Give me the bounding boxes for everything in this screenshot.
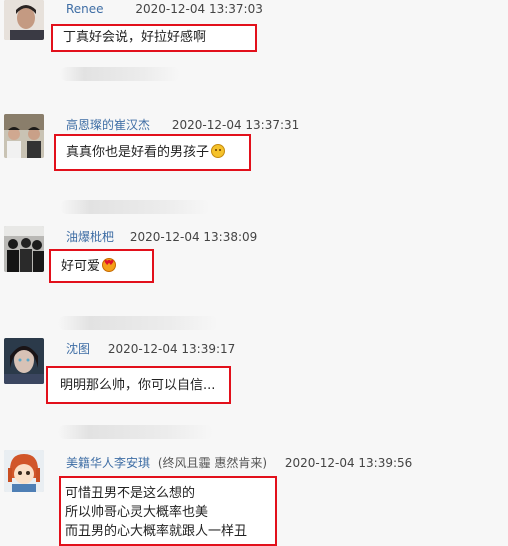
comment-text-content: 丁真好会说，好拉好感啊 (63, 30, 207, 45)
blurred-username (58, 316, 218, 330)
comment-text-line-2: 所以帅哥心灵大概率也美 (65, 505, 209, 520)
user-badge: (终风且霾 惠然肯来) (157, 456, 268, 470)
timestamp: 2020-12-04 13:37:03 (135, 2, 263, 16)
username[interactable]: 高恩璨的崔汉杰 (66, 118, 150, 132)
avatar[interactable] (4, 338, 44, 384)
comment-3: 油爆枇杷 2020-12-04 13:38:09 好可爱 (0, 222, 508, 292)
comment-1: Renee 2020-12-04 13:37:03 丁真好会说，好拉好感啊 (0, 0, 508, 60)
avatar[interactable] (4, 114, 44, 158)
timestamp: 2020-12-04 13:37:31 (171, 118, 300, 132)
avatar[interactable] (4, 226, 44, 272)
timestamp: 2020-12-04 13:39:56 (284, 456, 413, 470)
timestamp: 2020-12-04 13:39:17 (107, 342, 236, 356)
smile-emoji-icon (211, 144, 226, 158)
comment-text-content: 真真你也是好看的男孩子 (66, 145, 210, 160)
heart-eyes-emoji-icon (102, 258, 117, 272)
comment-meta: 油爆枇杷 2020-12-04 13:38:09 (66, 228, 257, 245)
comment-text: 好可爱 (49, 249, 154, 283)
timestamp: 2020-12-04 13:38:09 (129, 230, 258, 244)
avatar[interactable] (4, 450, 44, 492)
avatar[interactable] (4, 0, 44, 40)
comment-text: 可惜丑男不是这么想的 所以帅哥心灵大概率也美 而丑男的心大概率就跟人一样丑 (59, 476, 277, 546)
username[interactable]: 沈图 (66, 342, 90, 356)
comment-meta: 沈图 2020-12-04 13:39:17 (66, 340, 235, 357)
username[interactable]: Renee (66, 2, 104, 16)
username[interactable]: 油爆枇杷 (66, 230, 114, 244)
comment-text-line-3: 而丑男的心大概率就跟人一样丑 (65, 524, 248, 539)
username[interactable]: 美籍华人李安琪 (66, 456, 150, 470)
blurred-username (60, 67, 180, 81)
comment-text: 真真你也是好看的男孩子 (54, 134, 251, 171)
comment-text: 丁真好会说，好拉好感啊 (51, 24, 257, 52)
comment-2: 高恩璨的崔汉杰 2020-12-04 13:37:31 真真你也是好看的男孩子 (0, 108, 508, 178)
blurred-username (58, 425, 213, 439)
comment-text: 明明那么帅，你可以自信... (46, 366, 231, 404)
comment-meta: 美籍华人李安琪 (终风且霾 惠然肯来) 2020-12-04 13:39:56 (66, 454, 412, 471)
comment-4: 沈图 2020-12-04 13:39:17 明明那么帅，你可以自信... (0, 334, 508, 409)
blurred-username (60, 200, 210, 214)
comment-meta: 高恩璨的崔汉杰 2020-12-04 13:37:31 (66, 116, 299, 133)
comment-text-line-1: 可惜丑男不是这么想的 (65, 486, 196, 501)
comment-meta: Renee 2020-12-04 13:37:03 (66, 2, 263, 16)
comment-5: 美籍华人李安琪 (终风且霾 惠然肯来) 2020-12-04 13:39:56 … (0, 446, 508, 546)
comment-text-content: 明明那么帅，你可以自信... (60, 378, 216, 393)
comment-text-content: 好可爱 (61, 259, 101, 274)
